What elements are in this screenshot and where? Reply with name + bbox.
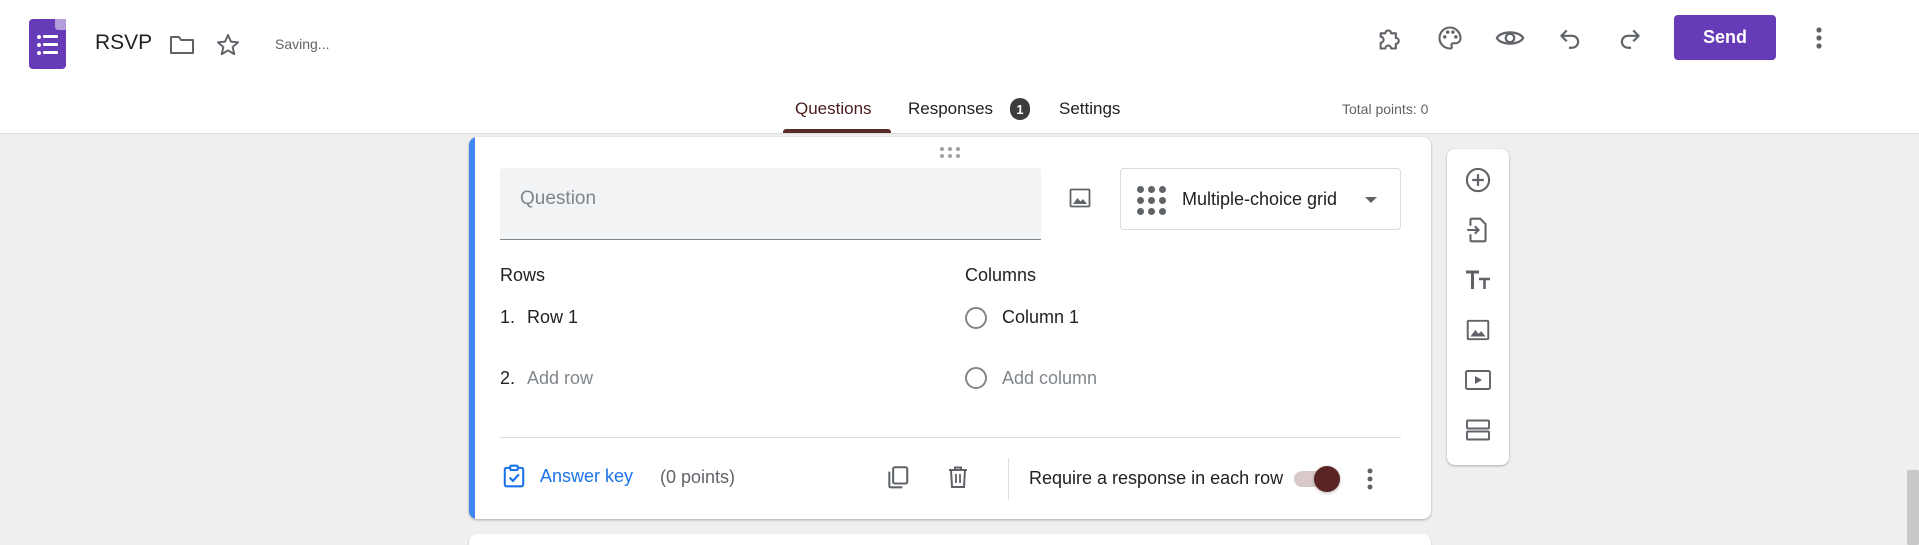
question-type-label: Multiple-choice grid xyxy=(1182,189,1338,209)
question-points: (0 points) xyxy=(660,467,736,487)
palette-icon[interactable] xyxy=(1435,23,1465,53)
question-more-icon[interactable] xyxy=(1356,464,1384,494)
require-toggle-knob[interactable] xyxy=(1314,466,1340,492)
row-number: 1. xyxy=(500,307,516,327)
card-footer-divider xyxy=(500,437,1401,438)
add-column-button[interactable]: Add column xyxy=(1002,368,1097,389)
answer-key-icon[interactable] xyxy=(500,462,528,490)
tab-settings[interactable]: Settings xyxy=(1059,99,1120,119)
grid-dots-icon xyxy=(1137,186,1167,216)
add-section-icon[interactable] xyxy=(1463,415,1493,445)
add-row-number: 2. xyxy=(500,368,516,388)
radio-icon xyxy=(965,307,987,329)
active-card-accent xyxy=(469,137,475,519)
row-1-field[interactable]: Row 1 xyxy=(527,307,578,328)
saving-status: Saving... xyxy=(275,36,330,52)
question-title-field[interactable] xyxy=(500,168,1041,240)
add-video-icon[interactable] xyxy=(1463,365,1493,395)
columns-heading: Columns xyxy=(965,265,1037,285)
redo-icon[interactable] xyxy=(1615,23,1645,53)
page-scrollbar[interactable] xyxy=(1907,470,1919,545)
folder-icon[interactable] xyxy=(168,32,196,56)
rows-heading: Rows xyxy=(500,265,546,285)
add-row-button[interactable]: Add row xyxy=(527,368,593,389)
forms-logo-icon[interactable] xyxy=(29,19,66,69)
puzzle-icon[interactable] xyxy=(1375,23,1405,53)
preview-eye-icon[interactable] xyxy=(1495,23,1525,53)
tab-questions[interactable]: Questions xyxy=(795,99,872,119)
radio-icon xyxy=(965,367,987,389)
question-type-dropdown[interactable]: Multiple-choice grid xyxy=(1120,168,1401,230)
next-question-card[interactable] xyxy=(469,534,1431,545)
add-image-icon[interactable] xyxy=(1463,315,1493,345)
drag-handle-icon[interactable] xyxy=(940,147,962,161)
total-points: Total points: 0 xyxy=(1342,101,1429,117)
footer-vertical-divider xyxy=(1008,458,1009,500)
require-response-label: Require a response in each row xyxy=(1029,468,1284,488)
floating-toolbar xyxy=(1447,149,1509,465)
dropdown-arrow-icon xyxy=(1365,197,1377,203)
active-tab-indicator xyxy=(783,129,891,133)
responses-count-badge: 1 xyxy=(1010,98,1030,120)
tab-responses[interactable]: Responses xyxy=(908,99,993,119)
column-1-field[interactable]: Column 1 xyxy=(1002,307,1079,328)
top-bar: RSVP Saving... Send Questions Responses … xyxy=(0,0,1919,134)
answer-key-link[interactable]: Answer key xyxy=(540,466,633,487)
delete-icon[interactable] xyxy=(943,462,973,492)
add-image-icon[interactable] xyxy=(1066,184,1094,212)
send-button[interactable]: Send xyxy=(1674,15,1776,60)
form-title[interactable]: RSVP xyxy=(95,31,152,55)
add-question-icon[interactable] xyxy=(1463,165,1493,195)
question-input[interactable] xyxy=(520,188,1020,210)
star-icon[interactable] xyxy=(214,31,242,59)
undo-icon[interactable] xyxy=(1555,23,1585,53)
more-vert-icon[interactable] xyxy=(1805,23,1833,53)
add-title-icon[interactable] xyxy=(1463,265,1493,295)
import-questions-icon[interactable] xyxy=(1463,215,1493,245)
duplicate-icon[interactable] xyxy=(883,462,913,492)
